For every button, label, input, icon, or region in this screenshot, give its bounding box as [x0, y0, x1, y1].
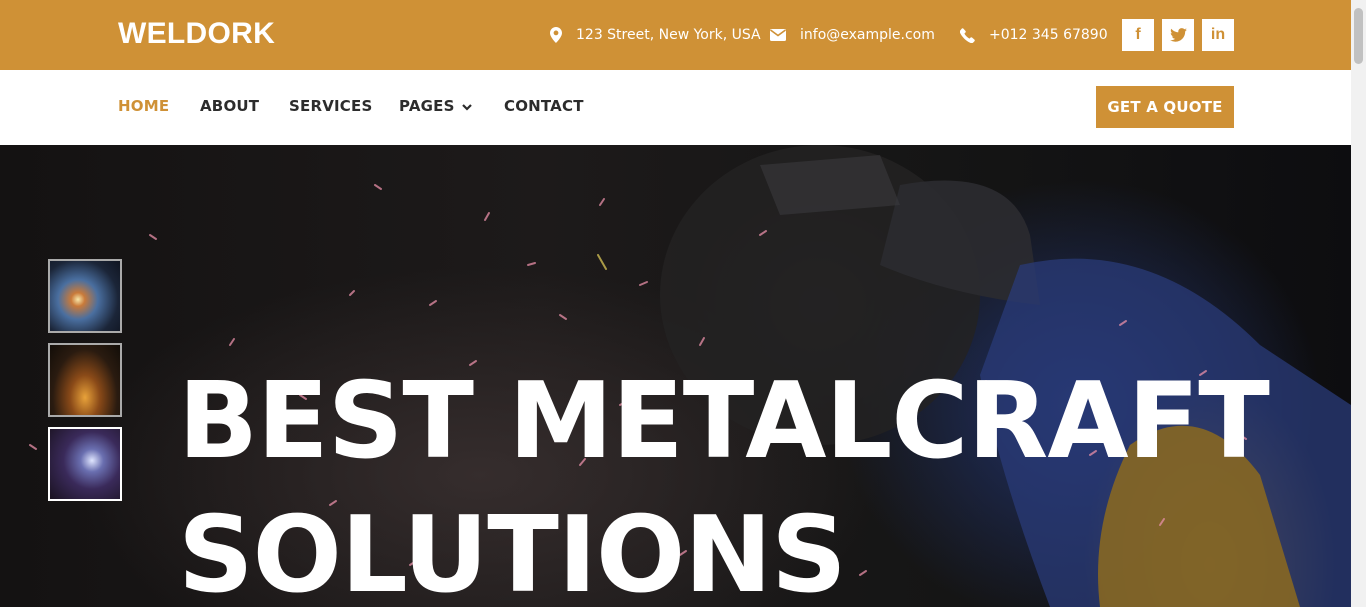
get-a-quote-button[interactable]: GET A QUOTE	[1096, 86, 1234, 128]
nav-home[interactable]: HOME	[118, 97, 169, 115]
hero-headline-line2: SOLUTIONS	[178, 494, 847, 607]
phone-icon	[960, 27, 975, 43]
main-navbar: HOME ABOUT SERVICES PAGES CONTACT GET A …	[0, 70, 1351, 145]
scrollbar-thumb[interactable]	[1354, 8, 1363, 64]
nav-pages-label: PAGES	[399, 97, 455, 115]
envelope-icon	[770, 29, 786, 41]
map-marker-icon	[550, 27, 562, 43]
email-info: info@example.com	[770, 24, 935, 46]
hero-carousel: BEST METALCRAFT SOLUTIONS	[0, 145, 1351, 607]
top-bar: WELDORK 123 Street, New York, USA info@e…	[0, 0, 1351, 70]
email-text: info@example.com	[800, 27, 935, 43]
slide-thumbnail-2[interactable]	[48, 343, 122, 417]
linkedin-icon: in	[1210, 26, 1226, 43]
twitter-button[interactable]	[1162, 19, 1194, 51]
facebook-button[interactable]: f	[1122, 19, 1154, 51]
nav-services[interactable]: SERVICES	[289, 97, 372, 115]
phone-info: +012 345 67890	[960, 24, 1108, 46]
nav-about[interactable]: ABOUT	[200, 97, 259, 115]
twitter-icon	[1169, 28, 1187, 42]
address-info: 123 Street, New York, USA	[550, 24, 761, 46]
address-text: 123 Street, New York, USA	[576, 27, 761, 43]
facebook-icon: f	[1135, 26, 1141, 43]
phone-text: +012 345 67890	[989, 27, 1108, 43]
chevron-down-icon	[461, 103, 472, 111]
slide-thumbnail-1[interactable]	[48, 259, 122, 333]
linkedin-button[interactable]: in	[1202, 19, 1234, 51]
slide-thumbnail-3[interactable]	[48, 427, 122, 501]
brand-logo[interactable]: WELDORK	[118, 17, 275, 51]
hero-headline-line1: BEST METALCRAFT	[178, 360, 1270, 482]
nav-pages-dropdown[interactable]: PAGES	[399, 97, 472, 115]
nav-contact[interactable]: CONTACT	[504, 97, 584, 115]
page-scrollbar[interactable]	[1351, 0, 1366, 607]
